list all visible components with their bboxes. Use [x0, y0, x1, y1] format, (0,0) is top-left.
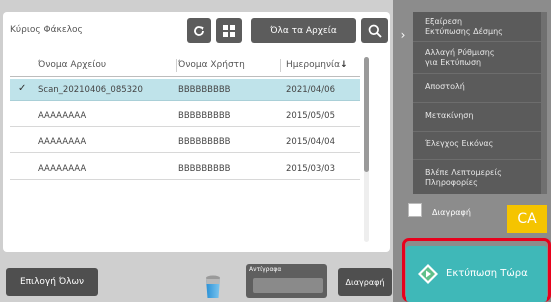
- table-row[interactable]: AAAAAAAA BBBBBBBBB 2015/03/03: [10, 158, 360, 180]
- action-move[interactable]: Μετακίνηση: [413, 111, 541, 121]
- action-list-scrollbar[interactable]: [541, 12, 547, 194]
- action-label: Βλέπε Λεπτομερείς Πληροφορίες: [425, 168, 502, 187]
- search-button[interactable]: [361, 18, 388, 43]
- divider: [413, 159, 541, 160]
- table-header: Όνομα Αρχείου Όνομα Χρήστη Ημερομηνία↓: [10, 55, 360, 77]
- grid-icon: [223, 24, 235, 37]
- copies-label: Αντίγραφα: [249, 266, 282, 273]
- trash-icon: [206, 275, 220, 298]
- view-toggle-button[interactable]: [216, 18, 242, 43]
- action-send[interactable]: Αποστολή: [413, 82, 541, 92]
- search-icon: [368, 24, 382, 38]
- action-label: Αποστολή: [425, 82, 465, 91]
- column-header-file-name[interactable]: Όνομα Αρχείου: [38, 60, 106, 70]
- column-header-date-label: Ημερομηνία: [286, 60, 341, 70]
- action-label: Μετακίνηση: [425, 111, 474, 120]
- copies-input[interactable]: [253, 278, 323, 293]
- copies-control: Αντίγραφα: [246, 264, 327, 298]
- column-divider: [280, 59, 281, 72]
- column-divider: [176, 59, 177, 72]
- action-list: Εξαίρεση Εκτύπωσης Δέσμης Αλλαγή Ρύθμιση…: [413, 12, 541, 194]
- print-start-icon: [418, 264, 438, 284]
- delete-button[interactable]: Διαγραφή: [338, 268, 392, 296]
- collapse-panel-button[interactable]: ›: [393, 18, 413, 52]
- select-all-button[interactable]: Επιλογή Όλων: [6, 268, 98, 296]
- cell-user-name: BBBBBBBBB: [178, 164, 231, 174]
- cell-date: 2015/05/05: [286, 111, 335, 121]
- divider: [413, 41, 541, 42]
- cell-date: 2015/04/04: [286, 137, 335, 147]
- action-label: Εξαίρεση Εκτύπωσης Δέσμης: [425, 17, 503, 36]
- action-change-print-settings[interactable]: Αλλαγή Ρύθμισης για Εκτύπωση: [413, 48, 541, 68]
- cell-file-name: AAAAAAAA: [38, 164, 87, 174]
- folder-title: Κύριος Φάκελος: [10, 25, 83, 35]
- divider: [413, 102, 541, 103]
- all-files-button[interactable]: Όλα τα Αρχεία: [251, 18, 356, 43]
- action-label: Αλλαγή Ρύθμισης για Εκτύπωση: [425, 48, 495, 67]
- cell-file-name: AAAAAAAA: [38, 111, 87, 121]
- cell-user-name: BBBBBBBBB: [178, 85, 231, 95]
- ca-button[interactable]: CA: [507, 205, 547, 233]
- cell-user-name: BBBBBBBBB: [178, 111, 231, 121]
- file-list-area: Κύριος Φάκελος Όλα τα Αρχεία Όνομα Αρχεί…: [0, 0, 393, 302]
- delete-after-print-checkbox[interactable]: [408, 203, 422, 217]
- divider: [413, 131, 541, 132]
- print-now-button[interactable]: Εκτύπωση Τώρα: [406, 246, 547, 302]
- delete-after-print-label: Διαγραφή: [432, 208, 471, 217]
- cell-user-name: BBBBBBBBB: [178, 137, 231, 147]
- table-row[interactable]: AAAAAAAA BBBBBBBBB 2015/05/05: [10, 105, 360, 127]
- divider: [413, 73, 541, 74]
- list-scrollbar-thumb[interactable]: [364, 57, 369, 172]
- table-row[interactable]: AAAAAAAA BBBBBBBBB 2015/04/04: [10, 131, 360, 153]
- cell-file-name: Scan_20210406_085320: [38, 85, 143, 95]
- column-header-user-name[interactable]: Όνομα Χρήστη: [178, 60, 245, 70]
- cell-date: 2015/03/03: [286, 164, 335, 174]
- print-now-label: Εκτύπωση Τώρα: [446, 268, 528, 279]
- table-row[interactable]: ✓ Scan_20210406_085320 BBBBBBBBB 2021/04…: [10, 79, 360, 101]
- refresh-button[interactable]: [187, 18, 211, 43]
- sort-desc-icon: ↓: [340, 60, 348, 70]
- action-check-image[interactable]: Έλεγχος Εικόνας: [413, 139, 541, 149]
- chevron-right-icon: ›: [400, 28, 406, 42]
- refresh-icon: [194, 25, 204, 36]
- check-icon: ✓: [18, 83, 27, 94]
- cell-date: 2021/04/06: [286, 85, 335, 95]
- action-exclude-batch-print[interactable]: Εξαίρεση Εκτύπωσης Δέσμης: [413, 17, 541, 37]
- cell-file-name: AAAAAAAA: [38, 137, 87, 147]
- column-header-date[interactable]: Ημερομηνία↓: [286, 60, 348, 70]
- action-view-details[interactable]: Βλέπε Λεπτομερείς Πληροφορίες: [413, 168, 541, 188]
- action-label: Έλεγχος Εικόνας: [425, 139, 494, 148]
